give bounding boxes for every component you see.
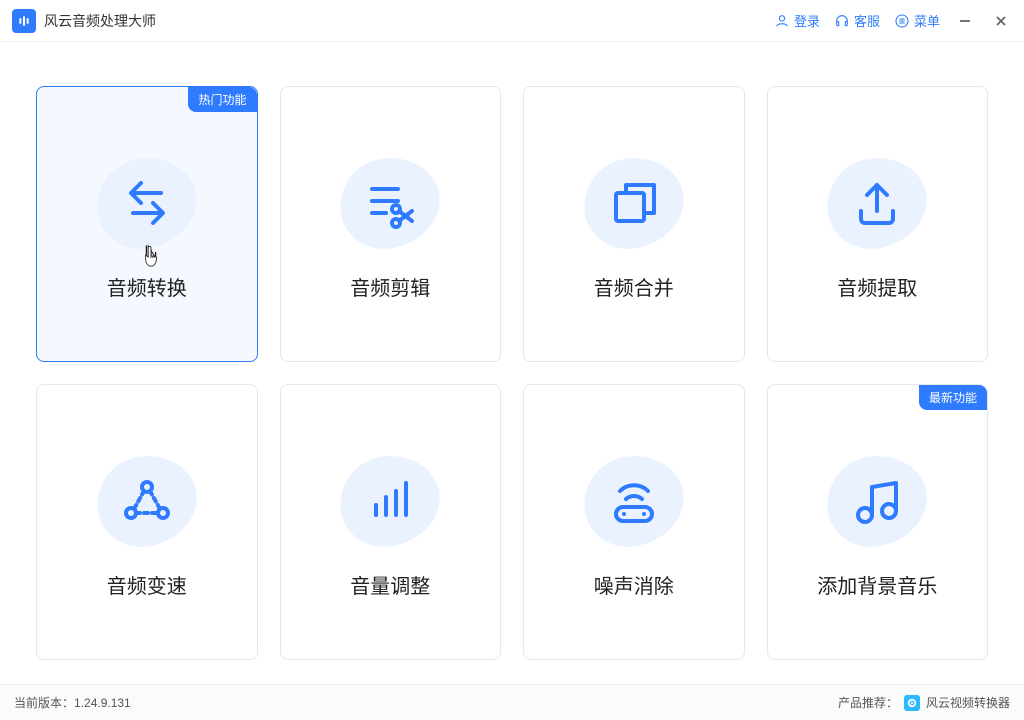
card-label: 音频转换	[107, 272, 187, 301]
wifi-device-icon	[602, 469, 666, 533]
headset-icon	[834, 13, 850, 29]
login-label: 登录	[794, 11, 820, 30]
app-logo-icon	[12, 9, 36, 33]
swap-arrows-icon	[115, 171, 179, 235]
app-title: 风云音频处理大师	[44, 11, 156, 31]
card-label: 添加背景音乐	[817, 570, 937, 599]
card-audio-extract[interactable]: 音频提取	[767, 86, 989, 362]
nodes-icon	[115, 469, 179, 533]
card-volume-adjust[interactable]: 音量调整	[280, 384, 502, 660]
recommend-label: 产品推荐：	[838, 694, 898, 711]
new-badge: 最新功能	[919, 385, 987, 410]
support-button[interactable]: 客服	[834, 11, 880, 30]
card-label: 噪声消除	[594, 570, 674, 599]
footer: 当前版本： 1.24.9.131 产品推荐： 风云视频转换器	[0, 684, 1024, 720]
minimize-button[interactable]	[954, 10, 976, 32]
titlebar: 风云音频处理大师 登录 客服 菜单	[0, 0, 1024, 42]
bars-icon	[358, 469, 422, 533]
card-add-bgm[interactable]: 最新功能 添加背景音乐	[767, 384, 989, 660]
card-label: 音频合并	[594, 272, 674, 301]
menu-button[interactable]: 菜单	[894, 11, 940, 30]
version-value: 1.24.9.131	[74, 696, 131, 710]
card-audio-merge[interactable]: 音频合并	[523, 86, 745, 362]
support-label: 客服	[854, 11, 880, 30]
card-noise-remove[interactable]: 噪声消除	[523, 384, 745, 660]
card-label: 音频提取	[837, 272, 917, 301]
scissors-list-icon	[358, 171, 422, 235]
recommend-product-icon	[904, 695, 920, 711]
card-audio-edit[interactable]: 音频剪辑	[280, 86, 502, 362]
recommend-product-link[interactable]: 风云视频转换器	[926, 694, 1010, 711]
upload-icon	[845, 171, 909, 235]
card-label: 音量调整	[350, 570, 430, 599]
menu-icon	[894, 13, 910, 29]
close-button[interactable]	[990, 10, 1012, 32]
hot-badge: 热门功能	[188, 87, 256, 112]
card-label: 音频变速	[107, 570, 187, 599]
music-note-icon	[845, 469, 909, 533]
menu-label: 菜单	[914, 11, 940, 30]
feature-grid: 热门功能 音频转换 音频剪辑 音频合并	[0, 42, 1024, 684]
version-label: 当前版本：	[14, 694, 74, 711]
copy-squares-icon	[602, 171, 666, 235]
card-audio-speed[interactable]: 音频变速	[36, 384, 258, 660]
card-audio-convert[interactable]: 热门功能 音频转换	[36, 86, 258, 362]
login-button[interactable]: 登录	[774, 11, 820, 30]
card-label: 音频剪辑	[350, 272, 430, 301]
user-icon	[774, 13, 790, 29]
